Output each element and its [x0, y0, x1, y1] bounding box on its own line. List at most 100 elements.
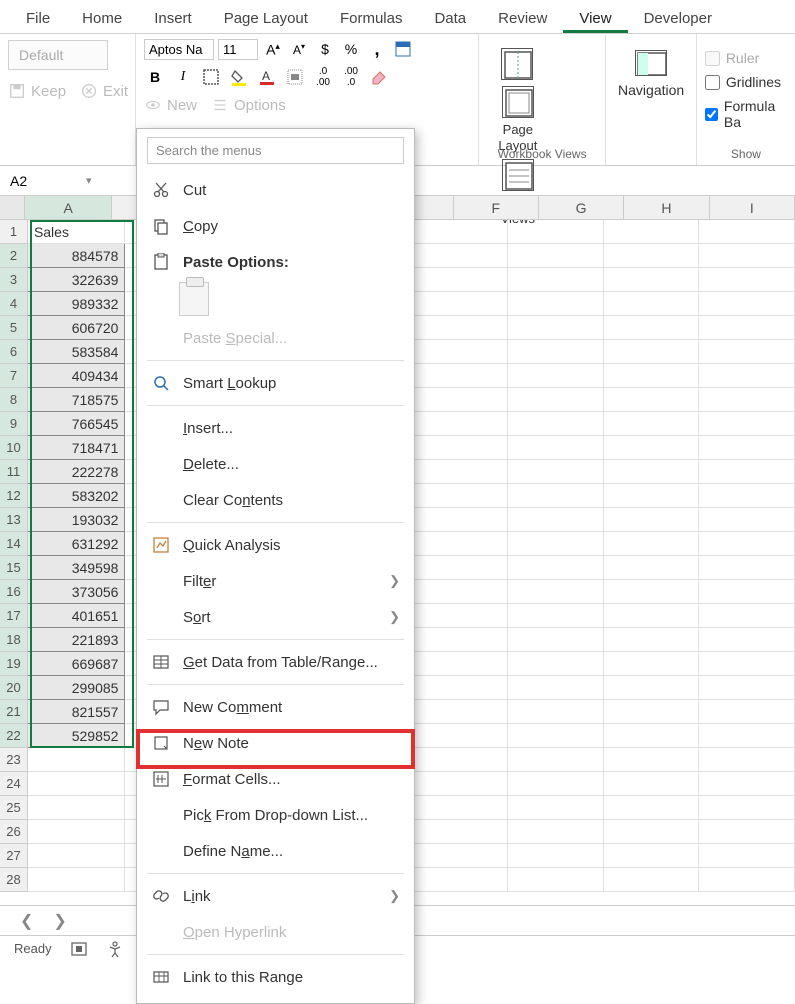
tab-data[interactable]: Data	[418, 4, 482, 33]
cell[interactable]	[412, 748, 508, 772]
cell-A20[interactable]: 299085	[28, 676, 126, 700]
font-size-select[interactable]	[218, 39, 258, 60]
cell[interactable]	[699, 220, 795, 244]
clear-format-button[interactable]	[368, 66, 390, 88]
col-header-H[interactable]: H	[624, 196, 709, 219]
next-sheet-button[interactable]: ❯	[53, 911, 66, 931]
cell[interactable]	[604, 268, 700, 292]
cell[interactable]	[699, 268, 795, 292]
cell[interactable]	[699, 292, 795, 316]
cell[interactable]	[699, 748, 795, 772]
cell[interactable]	[508, 316, 604, 340]
tab-file[interactable]: File	[10, 4, 66, 33]
cell[interactable]	[508, 652, 604, 676]
row-header-12[interactable]: 12	[0, 484, 28, 508]
currency-button[interactable]: $	[314, 38, 336, 60]
cell[interactable]	[508, 844, 604, 868]
italic-button[interactable]: I	[172, 66, 194, 88]
cell[interactable]	[699, 844, 795, 868]
cell[interactable]	[508, 412, 604, 436]
cell[interactable]	[699, 868, 795, 892]
cell[interactable]	[412, 268, 508, 292]
row-header-13[interactable]: 13	[0, 508, 28, 532]
cell-A17[interactable]: 401651	[28, 604, 126, 628]
cell-A3[interactable]: 322639	[28, 268, 126, 292]
cell[interactable]	[699, 508, 795, 532]
cell[interactable]	[412, 628, 508, 652]
row-header-20[interactable]: 20	[0, 676, 28, 700]
cell-A12[interactable]: 583202	[28, 484, 126, 508]
cell[interactable]	[508, 484, 604, 508]
row-header-27[interactable]: 27	[0, 844, 28, 868]
cell[interactable]	[604, 220, 700, 244]
cell[interactable]	[412, 844, 508, 868]
prev-sheet-button[interactable]: ❮	[20, 911, 33, 931]
border-button[interactable]	[200, 66, 222, 88]
cell[interactable]	[508, 724, 604, 748]
cell[interactable]	[508, 580, 604, 604]
tab-review[interactable]: Review	[482, 4, 563, 33]
cell[interactable]	[412, 676, 508, 700]
cell[interactable]	[508, 244, 604, 268]
cell[interactable]	[412, 556, 508, 580]
cell-A2[interactable]: 884578	[28, 244, 126, 268]
cell[interactable]	[412, 244, 508, 268]
row-header-19[interactable]: 19	[0, 652, 28, 676]
cell[interactable]	[604, 844, 700, 868]
cell[interactable]	[604, 772, 700, 796]
navigation-button[interactable]: Navigation	[618, 82, 684, 98]
ctx-link-range[interactable]: Link to this Range	[137, 959, 414, 995]
cell[interactable]	[508, 292, 604, 316]
ctx-pick-list[interactable]: Pick From Drop-down List...	[137, 797, 414, 833]
cell[interactable]	[508, 220, 604, 244]
cell[interactable]	[508, 364, 604, 388]
cell[interactable]	[412, 604, 508, 628]
paste-option-button[interactable]	[179, 282, 209, 316]
fill-color-button[interactable]	[228, 66, 250, 88]
row-header-23[interactable]: 23	[0, 748, 28, 772]
cell[interactable]	[699, 700, 795, 724]
cell[interactable]	[508, 340, 604, 364]
cell[interactable]	[699, 580, 795, 604]
cell-A10[interactable]: 718471	[28, 436, 126, 460]
cell[interactable]	[508, 436, 604, 460]
cell[interactable]	[412, 388, 508, 412]
row-header-26[interactable]: 26	[0, 820, 28, 844]
ctx-quick-analysis[interactable]: Quick Analysis	[137, 527, 414, 563]
formula-bar-checkbox[interactable]: Formula Ba	[705, 94, 787, 134]
cell[interactable]	[604, 868, 700, 892]
cell-A1[interactable]: Sales Amount	[28, 220, 126, 244]
row-header-17[interactable]: 17	[0, 604, 28, 628]
row-header-7[interactable]: 7	[0, 364, 28, 388]
cell[interactable]	[699, 820, 795, 844]
cell[interactable]	[699, 652, 795, 676]
cell-A25[interactable]	[28, 796, 126, 820]
cell-A23[interactable]	[28, 748, 126, 772]
cell[interactable]	[412, 724, 508, 748]
cell[interactable]	[604, 676, 700, 700]
row-header-8[interactable]: 8	[0, 388, 28, 412]
cell[interactable]	[508, 868, 604, 892]
ctx-new-comment[interactable]: New Comment	[137, 689, 414, 725]
cell[interactable]	[699, 316, 795, 340]
cell[interactable]	[604, 508, 700, 532]
row-header-1[interactable]: 1	[0, 220, 28, 244]
cell[interactable]	[412, 772, 508, 796]
default-view-box[interactable]: Default	[8, 40, 108, 70]
cell-A7[interactable]: 409434	[28, 364, 126, 388]
ctx-format-cells[interactable]: Format Cells...	[137, 761, 414, 797]
row-header-2[interactable]: 2	[0, 244, 28, 268]
tab-developer[interactable]: Developer	[628, 4, 728, 33]
cell-A6[interactable]: 583584	[28, 340, 126, 364]
cell[interactable]	[508, 532, 604, 556]
cell[interactable]	[508, 796, 604, 820]
accessibility-icon[interactable]	[106, 940, 124, 958]
cell[interactable]	[699, 532, 795, 556]
cell-A16[interactable]: 373056	[28, 580, 126, 604]
inc-decimal-button[interactable]: .0.00	[312, 66, 334, 88]
cell[interactable]	[412, 460, 508, 484]
cell[interactable]	[412, 484, 508, 508]
ctx-filter[interactable]: Filter❯	[137, 563, 414, 599]
row-header-14[interactable]: 14	[0, 532, 28, 556]
select-all-corner[interactable]	[0, 196, 25, 219]
